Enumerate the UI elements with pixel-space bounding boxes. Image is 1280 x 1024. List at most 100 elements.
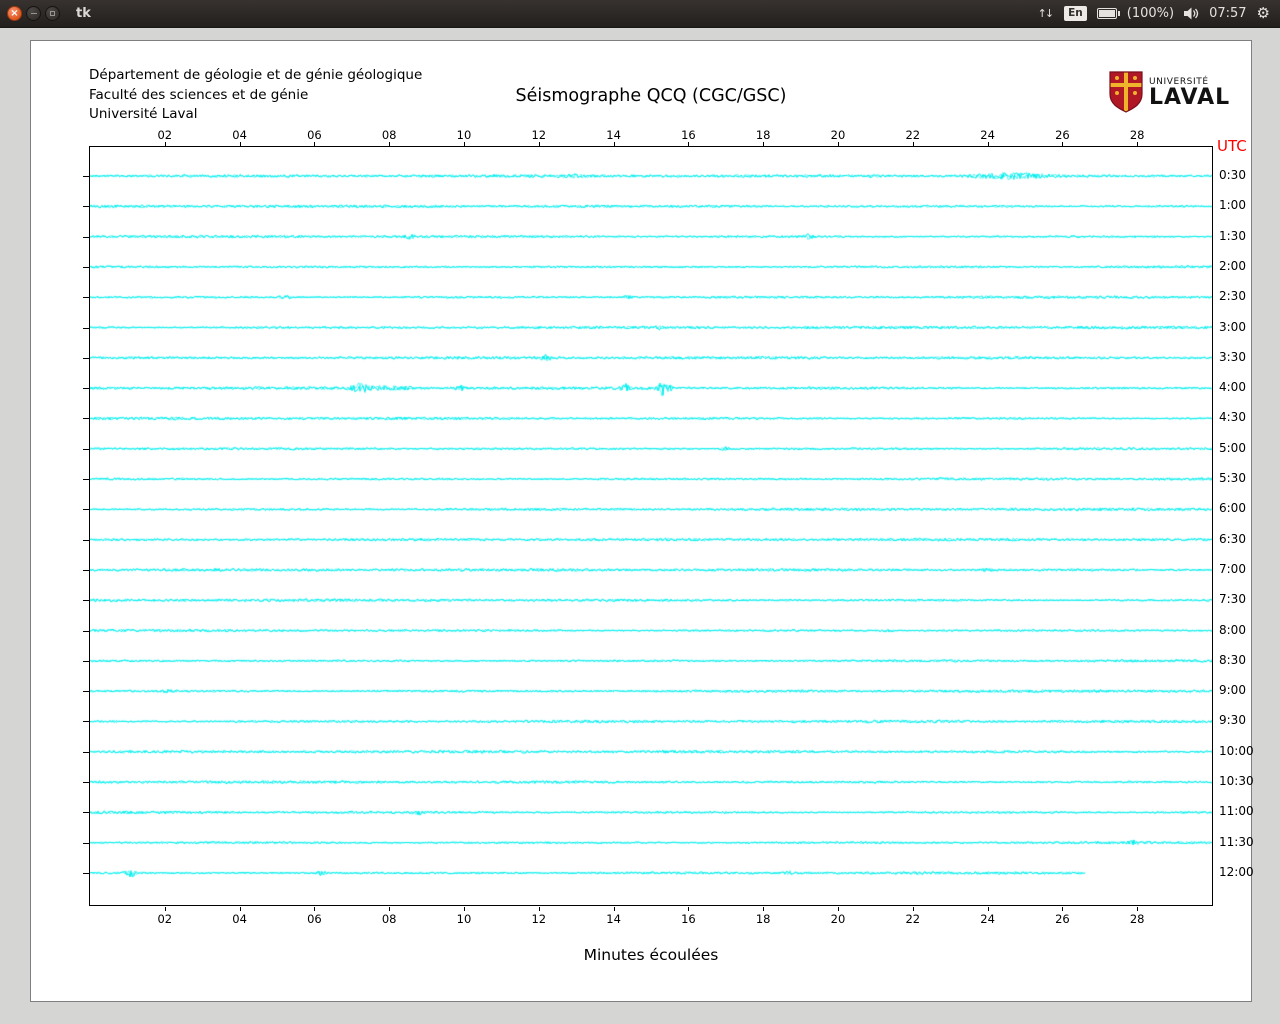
x-tick-label: 22 [905, 912, 921, 926]
x-tick-mark [314, 142, 316, 146]
session-gear-icon[interactable]: ⚙ [1257, 6, 1270, 21]
x-tick-mark [389, 142, 391, 146]
seismogram-canvas [90, 147, 1212, 905]
x-tick-mark [1062, 907, 1064, 911]
x-tick-label: 06 [307, 912, 322, 926]
keyboard-layout-indicator[interactable]: En [1064, 6, 1087, 21]
battery-nub-icon [1117, 11, 1120, 16]
x-tick-label: 20 [830, 128, 846, 142]
utc-time-label: 6:00 [1219, 501, 1246, 516]
trace-tick-mark [83, 176, 89, 177]
utc-time-label: 4:00 [1219, 380, 1246, 395]
x-tick-label: 28 [1129, 128, 1145, 142]
x-tick-label: 26 [1055, 128, 1070, 142]
laval-logo-text: UNIVERSITÉ LAVAL [1149, 77, 1231, 110]
utc-time-label: 4:30 [1219, 410, 1246, 425]
x-tick-label: 02 [157, 912, 173, 926]
window-controls: × [7, 6, 60, 21]
battery-percentage: (100%) [1126, 6, 1175, 21]
trace-tick-mark [83, 842, 89, 844]
x-tick-label: 04 [232, 128, 247, 142]
x-tick-mark [239, 142, 241, 146]
maximize-icon [50, 11, 55, 16]
top-panel: × tk ↑↓ En (100%) 07:57 ⚙ [0, 0, 1280, 28]
utc-time-label: 3:30 [1219, 349, 1246, 364]
utc-time-label: 3:00 [1219, 319, 1246, 334]
trace-tick-mark [83, 872, 89, 874]
x-tick-mark [164, 142, 166, 146]
volume-icon[interactable] [1184, 7, 1199, 20]
x-tick-mark [389, 907, 391, 911]
trace-tick-mark [83, 206, 89, 208]
trace-tick-mark [83, 297, 89, 299]
x-tick-label: 12 [531, 912, 547, 926]
x-tick-mark [1137, 142, 1139, 146]
utc-time-label: 12:00 [1219, 864, 1254, 879]
utc-time-label: 2:30 [1219, 289, 1246, 304]
trace-tick-mark [83, 418, 89, 420]
x-tick-label: 18 [755, 912, 771, 926]
trace-tick-mark [83, 388, 89, 390]
window-title: tk [76, 6, 91, 21]
clock[interactable]: 07:57 [1209, 6, 1246, 21]
laval-shield-icon [1109, 71, 1143, 113]
plot-frame [89, 146, 1213, 906]
minimize-icon [30, 13, 37, 14]
battery-icon[interactable] [1096, 8, 1120, 19]
x-tick-label: 20 [830, 912, 846, 926]
x-tick-mark [239, 907, 241, 911]
trace-tick-mark [83, 691, 89, 693]
utc-time-label: 8:00 [1219, 622, 1246, 637]
utc-time-label: 10:00 [1219, 743, 1254, 758]
x-tick-mark [613, 142, 615, 146]
utc-time-label: 9:00 [1219, 683, 1246, 698]
utc-time-label: 1:30 [1219, 228, 1246, 243]
minimize-button[interactable] [26, 6, 41, 21]
x-tick-mark [538, 142, 540, 146]
x-tick-mark [464, 907, 465, 911]
utc-time-label: 5:00 [1219, 440, 1246, 455]
utc-time-label: 5:30 [1219, 471, 1246, 486]
utc-time-label: 2:00 [1219, 258, 1246, 273]
x-tick-label: 02 [157, 128, 173, 142]
x-tick-label: 22 [905, 128, 921, 142]
x-tick-mark [763, 142, 765, 146]
x-tick-label: 16 [681, 128, 696, 142]
utc-time-label: 10:30 [1219, 774, 1254, 789]
trace-tick-mark [83, 327, 89, 329]
logo-laval-label: LAVAL [1149, 84, 1231, 110]
trace-tick-mark [83, 236, 89, 238]
close-button[interactable]: × [7, 6, 22, 21]
x-tick-label: 18 [755, 128, 771, 142]
x-tick-mark [987, 907, 989, 911]
x-tick-mark [1137, 907, 1139, 911]
trace-tick-mark [83, 600, 89, 602]
x-tick-label: 16 [681, 912, 696, 926]
maximize-button[interactable] [45, 6, 60, 21]
trace-tick-mark [83, 509, 89, 511]
x-tick-mark [912, 142, 914, 146]
trace-tick-mark [83, 660, 89, 662]
trace-tick-mark [83, 266, 89, 268]
x-tick-label: 28 [1129, 912, 1145, 926]
trace-tick-mark [83, 630, 89, 632]
utc-time-label: 6:30 [1219, 531, 1246, 546]
utc-time-label: 11:00 [1219, 804, 1254, 819]
x-tick-label: 14 [606, 912, 621, 926]
utc-time-label: 1:00 [1219, 198, 1246, 213]
x-tick-mark [1062, 142, 1064, 146]
updown-arrows-icon[interactable]: ↑↓ [1038, 7, 1054, 20]
utc-time-label: 0:30 [1219, 168, 1246, 182]
x-tick-mark [838, 142, 839, 146]
trace-tick-mark [83, 782, 89, 784]
x-tick-mark [164, 907, 166, 911]
app-window: Département de géologie et de génie géol… [30, 40, 1254, 1002]
x-tick-mark [763, 907, 765, 911]
x-tick-label: 10 [456, 912, 472, 926]
utc-time-label: 7:00 [1219, 561, 1246, 576]
x-tick-mark [688, 142, 690, 146]
trace-tick-mark [83, 357, 89, 359]
x-tick-label: 12 [531, 128, 547, 142]
x-tick-mark [538, 907, 540, 911]
institution-line-3: Université Laval [89, 106, 198, 122]
